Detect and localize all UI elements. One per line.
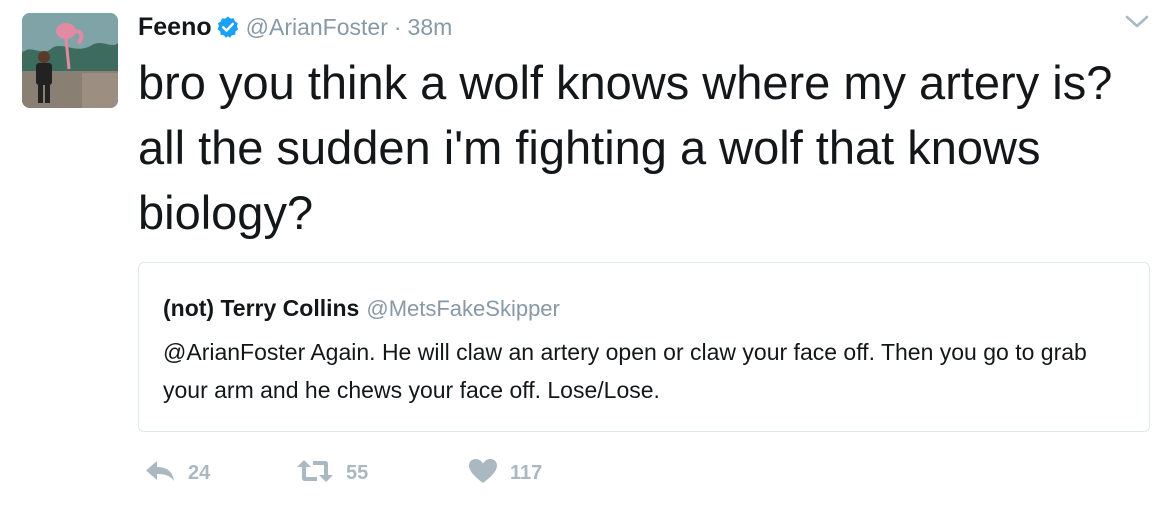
tweet-header: Feeno @ArianFoster · 38m [138, 11, 452, 43]
tweet-actions: 24 55 117 [144, 455, 628, 491]
author-handle[interactable]: @ArianFoster [246, 14, 388, 41]
retweet-icon [296, 458, 334, 489]
quoted-tweet-header: (not) Terry Collins @MetsFakeSkipper [163, 295, 560, 322]
tweet-timestamp[interactable]: 38m [408, 14, 453, 41]
like-count: 117 [510, 461, 543, 484]
quoted-author-display-name: (not) Terry Collins [163, 295, 360, 321]
quoted-tweet-text: @ArianFoster Again. He will claw an arte… [163, 339, 1087, 403]
reply-icon [144, 459, 176, 488]
retweet-button[interactable]: 55 [296, 458, 468, 489]
tweet-text: bro you think a wolf knows where my arte… [138, 56, 1113, 239]
heart-icon [468, 458, 498, 489]
quoted-author-handle: @MetsFakeSkipper [366, 296, 560, 321]
verified-badge-icon [216, 15, 240, 39]
avatar-image [22, 13, 118, 108]
author-display-name[interactable]: Feeno [138, 13, 212, 42]
reply-button[interactable]: 24 [144, 459, 296, 488]
like-button[interactable]: 117 [468, 458, 628, 489]
reply-count: 24 [188, 461, 211, 484]
header-separator: · [393, 13, 402, 40]
quoted-tweet[interactable]: (not) Terry Collins @MetsFakeSkipper @Ar… [138, 262, 1150, 432]
avatar[interactable] [22, 13, 118, 108]
chevron-down-icon[interactable] [1124, 14, 1150, 30]
retweet-count: 55 [346, 461, 369, 484]
tweet: Feeno @ArianFoster · 38m bro you think a… [0, 0, 1166, 508]
